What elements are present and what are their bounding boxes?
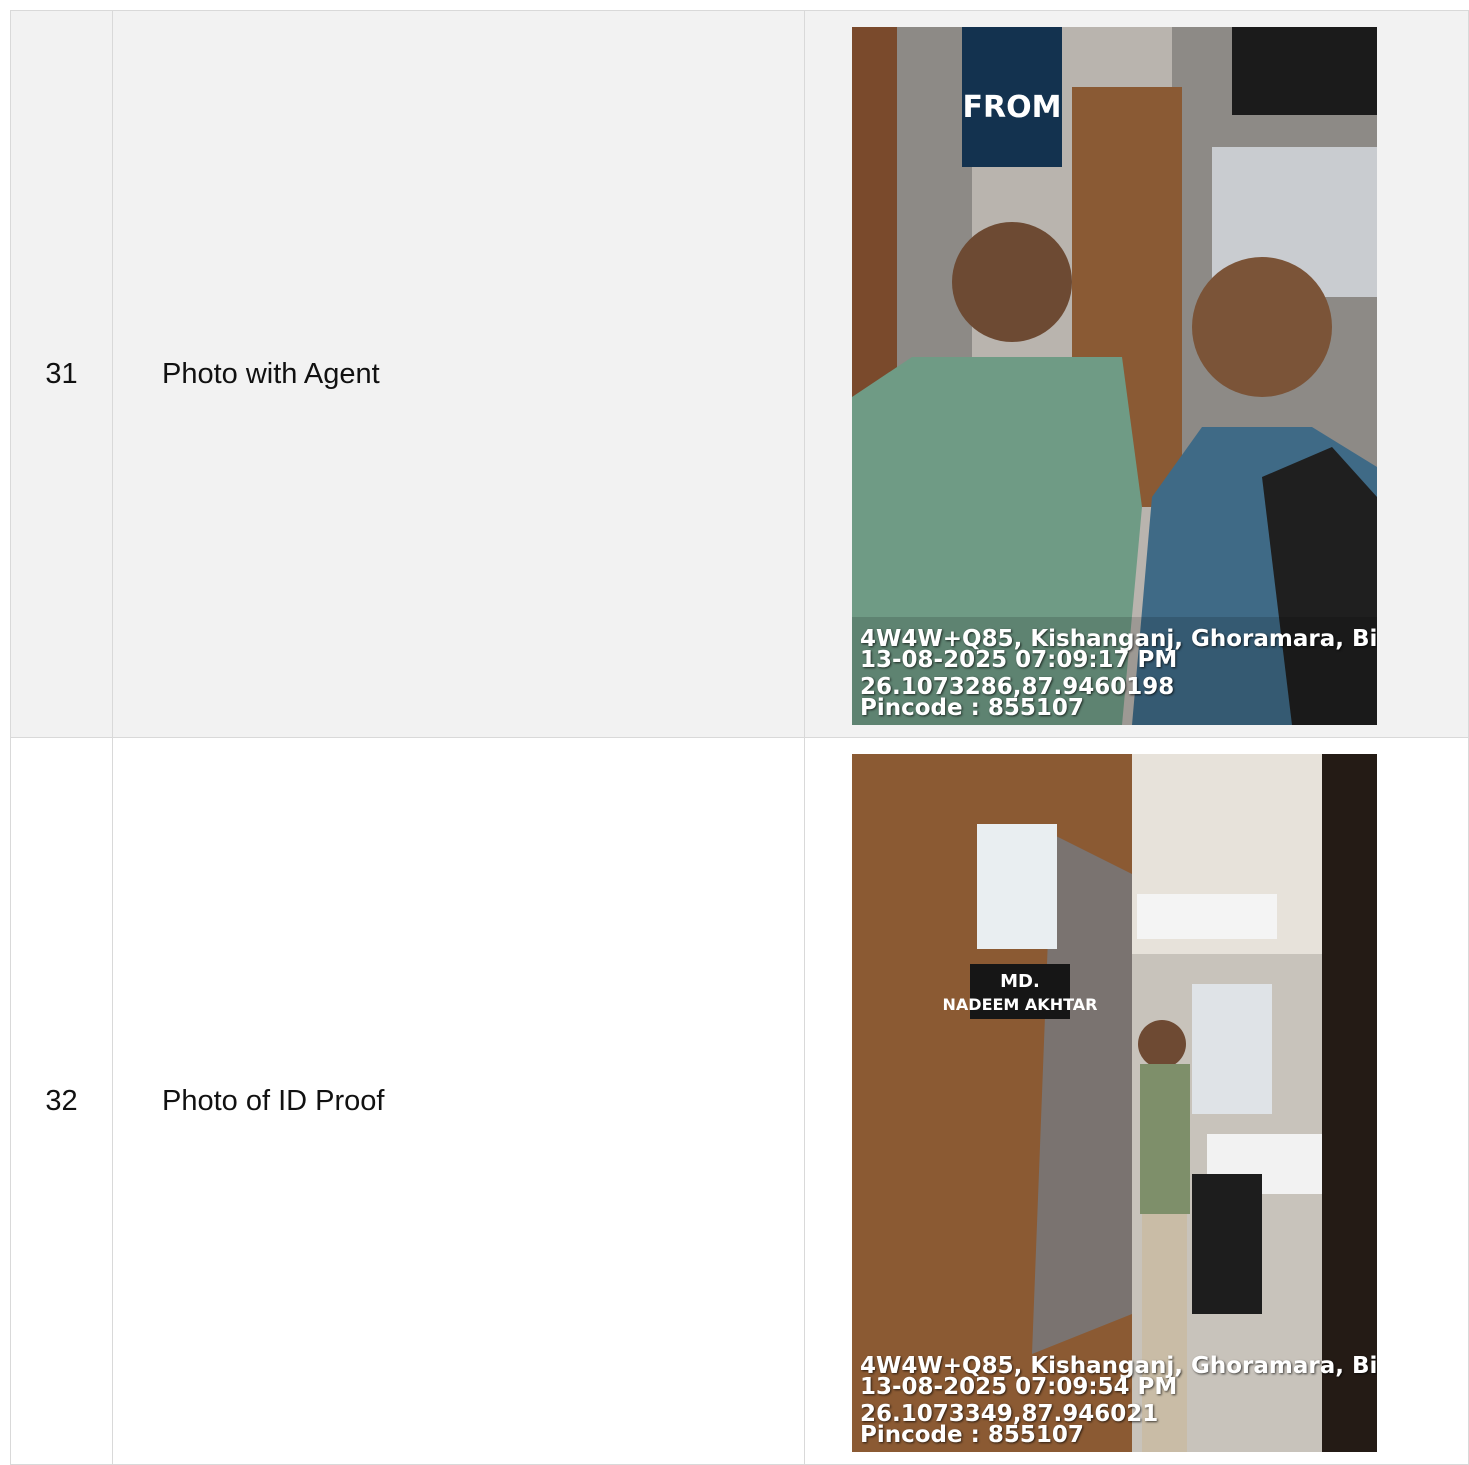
photo-cell: MD. NADEEM AKHTAR 4W4W+Q85, Kishanganj, … xyxy=(804,737,1469,1465)
photo-with-agent[interactable]: FROM 4W4W+Q85, Kishanganj, Ghoramara, Bi… xyxy=(852,27,1377,725)
photo-stamp: 4W4W+Q85, Kishanganj, Ghoramara, Bihar 8… xyxy=(860,628,1377,721)
table-row: 32 Photo of ID Proof MD. NADEEM AKHTAR 4… xyxy=(10,737,1469,1465)
stamp-pincode: Pincode : 855107 xyxy=(860,695,1084,721)
photo-cell: FROM 4W4W+Q85, Kishanganj, Ghoramara, Bi… xyxy=(804,10,1469,738)
stamp-datetime: 13-08-2025 07:09:54 PM xyxy=(860,1374,1178,1400)
row-label: Photo with Agent xyxy=(112,10,805,738)
report-table: 31 Photo with Agent FROM 4W4W+Q85, Kisha… xyxy=(10,10,1469,1465)
table-row: 31 Photo with Agent FROM 4W4W+Q85, Kisha… xyxy=(10,10,1469,738)
photo-with-agent-image: FROM xyxy=(852,27,1377,725)
row-number: 31 xyxy=(10,10,113,738)
stamp-datetime: 13-08-2025 07:09:17 PM xyxy=(860,647,1178,673)
photo-of-id-proof[interactable]: MD. NADEEM AKHTAR 4W4W+Q85, Kishanganj, … xyxy=(852,754,1377,1452)
photo-of-id-proof-image: MD. NADEEM AKHTAR xyxy=(852,754,1377,1452)
row-number: 32 xyxy=(10,737,113,1465)
photo-stamp: 4W4W+Q85, Kishanganj, Ghoramara, Bihar 8… xyxy=(860,1355,1377,1448)
poster-text: FROM xyxy=(963,90,1062,125)
nameplate-line2: NADEEM AKHTAR xyxy=(943,995,1098,1014)
row-label: Photo of ID Proof xyxy=(112,737,805,1465)
nameplate-line1: MD. xyxy=(1000,971,1040,992)
stamp-pincode: Pincode : 855107 xyxy=(860,1422,1084,1448)
